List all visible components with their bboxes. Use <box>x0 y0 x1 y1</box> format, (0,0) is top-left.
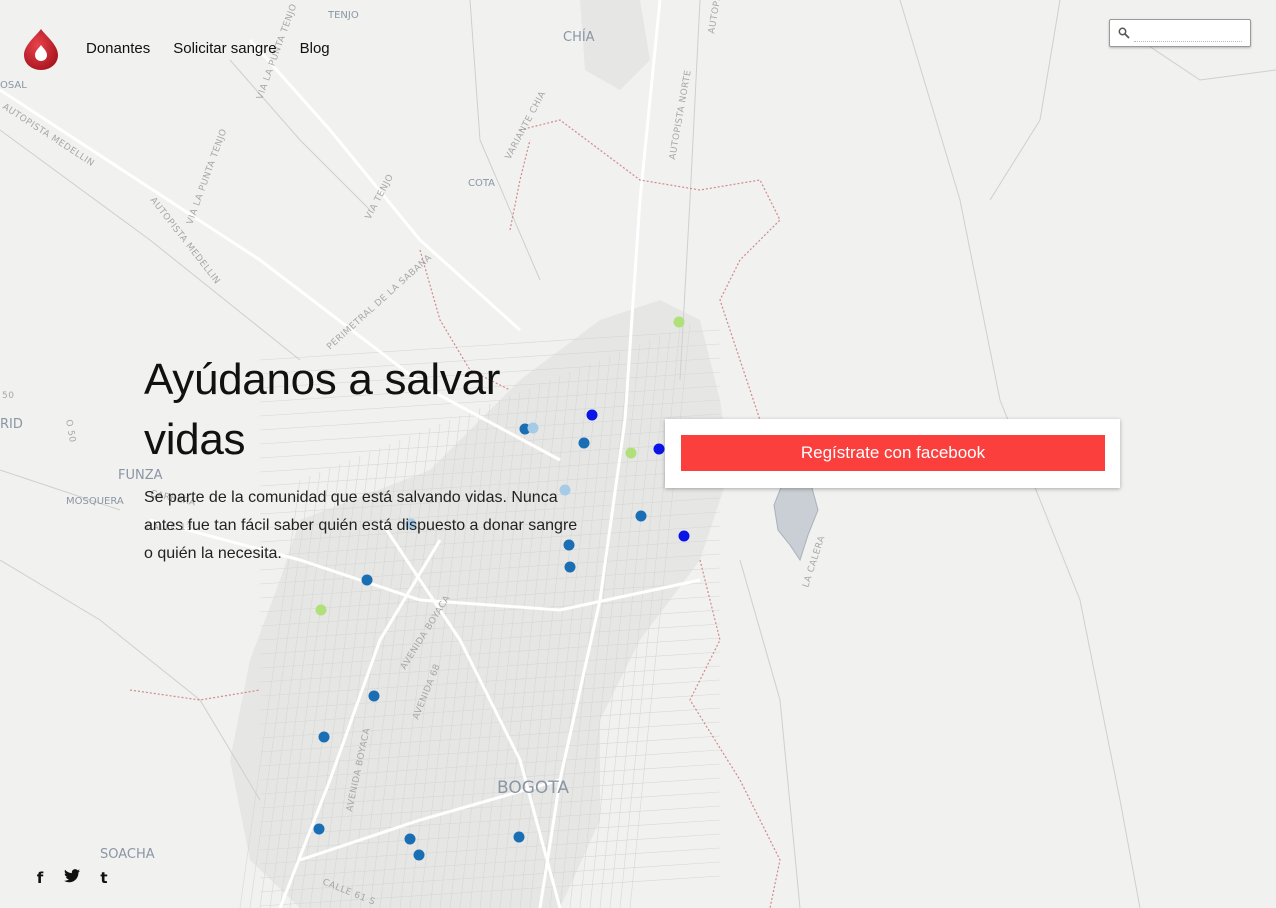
facebook-icon[interactable]: f <box>30 868 50 888</box>
hero-title: Ayúdanos a salvar vidas <box>144 355 501 464</box>
map-marker[interactable] <box>318 731 330 743</box>
map-marker[interactable] <box>413 849 425 861</box>
map-label-mosquera: MOSQUERA <box>66 496 124 507</box>
map-search-box <box>1109 19 1251 47</box>
facebook-signup-button[interactable]: Regístrate con facebook <box>681 435 1105 471</box>
social-links: f t <box>30 868 126 888</box>
map-label-osal: OSAL <box>0 80 27 91</box>
hero-description: Se parte de la comunidad que está salvan… <box>144 489 578 562</box>
search-input[interactable] <box>1134 25 1242 42</box>
map-marker[interactable] <box>653 443 665 455</box>
map-label-soacha: SOACHA <box>100 847 155 862</box>
map-label-tenjo: TENJO <box>327 10 359 21</box>
top-navbar: Donantes Solicitar sangre Blog <box>22 26 353 72</box>
map-marker[interactable] <box>313 823 325 835</box>
signup-card: Regístrate con facebook <box>665 419 1120 488</box>
map-label-chia: CHÍA <box>563 29 595 45</box>
nav-link-solicitar-sangre[interactable]: Solicitar sangre <box>173 26 276 72</box>
search-icon <box>1118 27 1130 39</box>
hero-section: Ayúdanos a salvar vidas Se parte de la c… <box>144 350 594 568</box>
blood-drop-logo[interactable] <box>22 27 60 71</box>
nav-link-donantes[interactable]: Donantes <box>86 26 150 72</box>
map-label-bogota: BOGOTA <box>497 778 569 798</box>
nav-link-blog[interactable]: Blog <box>300 26 330 72</box>
map-marker[interactable] <box>404 833 416 845</box>
twitter-icon[interactable] <box>62 868 82 888</box>
map-marker[interactable] <box>368 690 380 702</box>
map-marker[interactable] <box>678 530 690 542</box>
map-label-rid: RID <box>0 417 23 432</box>
map-marker[interactable] <box>635 510 647 522</box>
road-label: 50 <box>2 391 14 401</box>
map-marker[interactable] <box>315 604 327 616</box>
map-marker[interactable] <box>625 447 637 459</box>
map-marker[interactable] <box>513 831 525 843</box>
map-label-cota: COTA <box>468 178 495 189</box>
map-marker[interactable] <box>361 574 373 586</box>
tumblr-icon[interactable]: t <box>94 868 114 888</box>
map-marker[interactable] <box>673 316 685 328</box>
